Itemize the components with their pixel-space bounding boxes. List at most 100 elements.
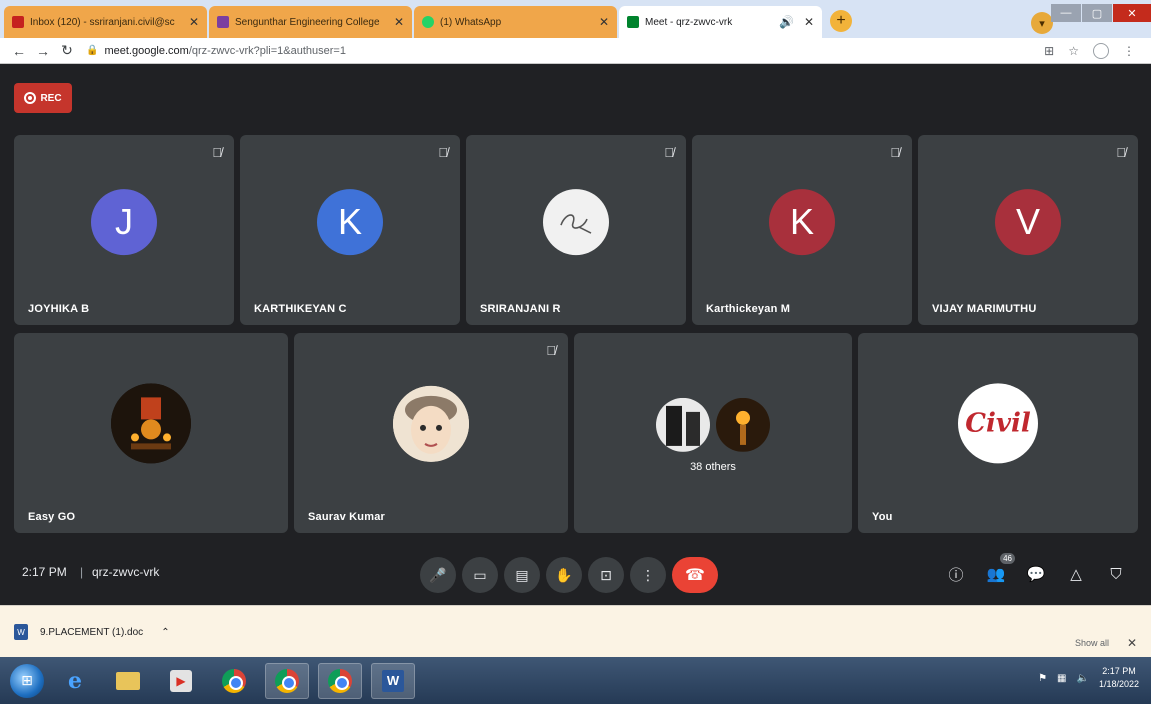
record-icon [24,92,37,104]
close-icon[interactable]: ✕ [804,15,814,29]
activities-button[interactable]: △ [1063,561,1089,587]
meeting-details-button[interactable]: ⓘ [943,561,969,587]
avatar: V [995,189,1061,256]
host-controls-button[interactable]: ⛉ [1103,561,1129,587]
taskbar-explorer[interactable] [106,663,150,699]
system-tray: ⚑ ▦ 🔈 2:17 PM 1/18/2022 [1038,665,1139,691]
participant-tile[interactable]: 🎙̸ J JOYHIKA B [14,135,234,325]
folder-icon [116,671,140,690]
tab-whatsapp[interactable]: (1) WhatsApp ✕ [414,6,617,38]
others-count-label: 38 others [690,461,736,473]
mic-icon: 🎤 [429,566,447,583]
windows-logo-icon: ⊞ [21,672,33,688]
meet-icon [627,16,639,28]
avatar: J [91,189,157,256]
tray-clock[interactable]: 2:17 PM 1/18/2022 [1099,665,1139,691]
mic-off-icon: 🎙̸ [212,145,222,160]
avatar [543,189,609,256]
taskbar-media[interactable]: ▶ [159,663,203,699]
tab-gmail[interactable]: Inbox (120) - ssriranjani.civil@sc ✕ [4,6,207,38]
taskbar-chrome-1[interactable] [212,663,256,699]
mic-off-icon: 🎙̸ [1116,145,1126,160]
others-avatars [656,397,770,452]
word-doc-icon: W [14,624,28,640]
recording-badge[interactable]: REC [14,83,72,113]
side-controls: ⓘ 👥 46 💬 △ ⛉ [943,553,1129,587]
tray-time: 2:17 PM [1102,666,1136,676]
close-icon[interactable]: ✕ [189,15,199,29]
start-button[interactable]: ⊞ [10,663,44,698]
participant-tile[interactable]: 🎙̸ K KARTHIKEYAN C [240,135,460,325]
maximize-icon[interactable]: ▢ [1082,4,1112,22]
chat-icon: 💬 [1026,566,1046,583]
show-all-link[interactable]: Show all [1075,638,1109,648]
mic-off-icon: 🎙̸ [664,145,674,160]
participant-tile[interactable]: Easy GO [14,333,288,533]
camera-icon: ▭ [473,566,487,583]
camera-button[interactable]: ▭ [462,557,498,593]
network-icon[interactable]: ▦ [1057,673,1066,684]
toolbar-right: ⊞ ☆ ⋮ [1044,42,1135,59]
window-close-icon[interactable]: ✕ [1113,4,1151,22]
participant-name: KARTHIKEYAN C [254,303,347,315]
close-icon[interactable]: ✕ [599,15,609,29]
signature-avatar-image [560,214,592,234]
raise-hand-button[interactable]: ✋ [546,557,582,593]
participant-tile[interactable]: 🎙̸ K Karthickeyan M [692,135,912,325]
bookmark-star-icon[interactable]: ☆ [1068,44,1079,58]
avatar: K [769,189,835,256]
participant-tile[interactable]: 🎙̸ Saurav Kumar [294,333,568,533]
media-player-icon: ▶ [170,669,192,692]
captions-button[interactable]: ▤ [504,557,540,593]
new-tab-button[interactable]: + [830,10,852,32]
meeting-clock: 2:17 PM [22,565,67,579]
gmail-icon [12,16,24,28]
silhouette-image [656,397,710,452]
avatar [656,397,710,452]
present-button[interactable]: ⊡ [588,557,624,593]
chevron-up-icon[interactable]: ⌃ [161,627,169,638]
mic-off-icon: 🎙̸ [546,343,556,358]
chrome-icon [222,668,246,693]
volume-icon[interactable]: 🔈 [1077,673,1089,684]
install-icon[interactable]: ⊞ [1044,44,1054,58]
mic-button[interactable]: 🎤 [420,557,456,593]
back-icon[interactable]: ← [8,43,30,59]
taskbar-word[interactable]: W [371,662,415,699]
whatsapp-icon [422,16,434,28]
taskbar: ⊞ e ▶ W ⚑ ▦ 🔈 2:17 PM 1/18/2022 [0,657,1151,704]
people-button[interactable]: 👥 46 [983,553,1015,587]
internet-explorer-icon: e [68,667,82,694]
close-icon[interactable]: ✕ [394,15,404,29]
tray-date: 1/18/2022 [1098,679,1139,689]
participant-name: VIJAY MARIMUTHU [932,303,1037,315]
people-count-badge: 46 [1000,553,1015,564]
reload-icon[interactable]: ↻ [56,42,78,59]
taskbar-chrome-3[interactable] [318,662,362,699]
window-controls: — ▢ ✕ [1050,4,1151,22]
flag-icon[interactable]: ⚑ [1038,673,1047,684]
minimize-icon[interactable]: — [1051,4,1081,22]
leave-call-button[interactable]: ☎ [672,557,718,593]
url-input[interactable]: 🔒 meet.google.com /qrz-zwvc-vrk?pli=1&au… [86,41,1044,61]
profile-avatar[interactable] [1093,42,1109,59]
meeting-code: qrz-zwvc-vrk [80,565,159,579]
forward-icon[interactable]: → [32,43,54,59]
tab-college[interactable]: Sengunthar Engineering College ✕ [209,6,412,38]
download-item[interactable]: W 9.PLACEMENT (1).doc ⌃ [14,620,204,644]
college-icon [217,16,229,28]
chat-button[interactable]: 💬 [1023,561,1049,587]
tab-meet[interactable]: Meet - qrz-zwvc-vrk 🔊 ✕ [619,6,822,38]
more-options-button[interactable]: ⋮ [630,557,666,593]
tab-title: Sengunthar Engineering College [235,16,380,28]
taskbar-chrome-2[interactable] [265,662,309,699]
participant-tile[interactable]: 38 others [574,333,852,533]
taskbar-ie[interactable]: e [53,663,97,699]
participant-tile[interactable]: 🎙̸ V VIJAY MARIMUTHU [918,135,1138,325]
participant-tile[interactable]: 🎙̸ SRIRANJANI R [466,135,686,325]
info-icon: ⓘ [948,566,964,584]
address-bar: ← → ↻ 🔒 meet.google.com /qrz-zwvc-vrk?pl… [0,38,1151,64]
close-icon[interactable]: ✕ [1127,636,1137,650]
menu-dots-icon[interactable]: ⋮ [1123,44,1135,58]
participant-tile-you[interactable]: Civil You [858,333,1138,533]
